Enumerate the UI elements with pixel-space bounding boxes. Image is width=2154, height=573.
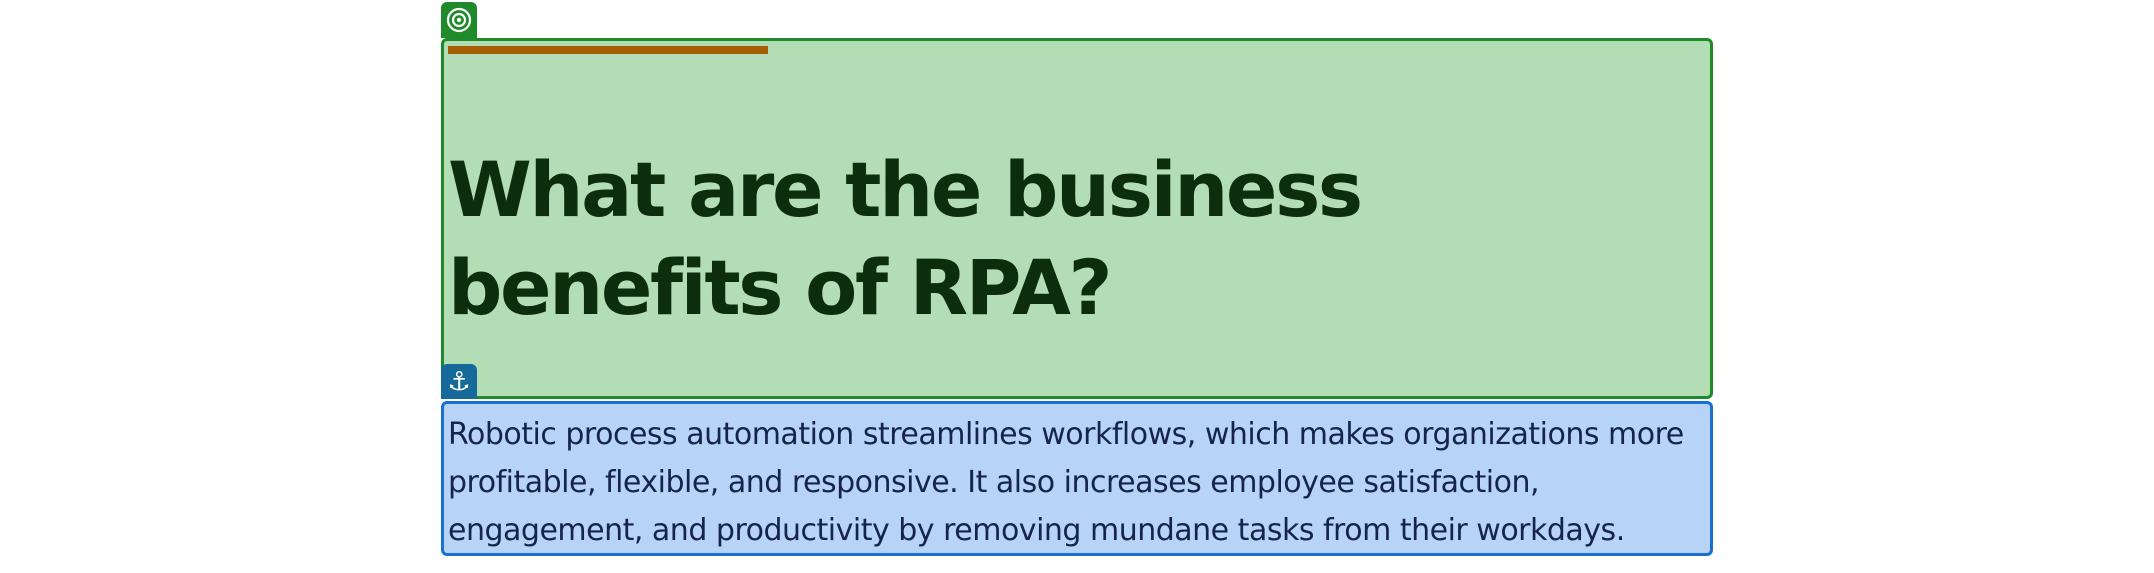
accent-bar bbox=[448, 46, 768, 54]
target-icon bbox=[441, 2, 477, 38]
target-icon-graphic bbox=[446, 7, 472, 33]
anchor-icon: ⚓ bbox=[441, 364, 477, 399]
intro-paragraph: Robotic process automation streamlines w… bbox=[448, 417, 1684, 548]
paragraph-section: Robotic process automation streamlines w… bbox=[441, 401, 1713, 556]
page-title: What are the business benefits of RPA? bbox=[448, 145, 1363, 332]
heading-section: What are the business benefits of RPA? bbox=[441, 38, 1713, 399]
